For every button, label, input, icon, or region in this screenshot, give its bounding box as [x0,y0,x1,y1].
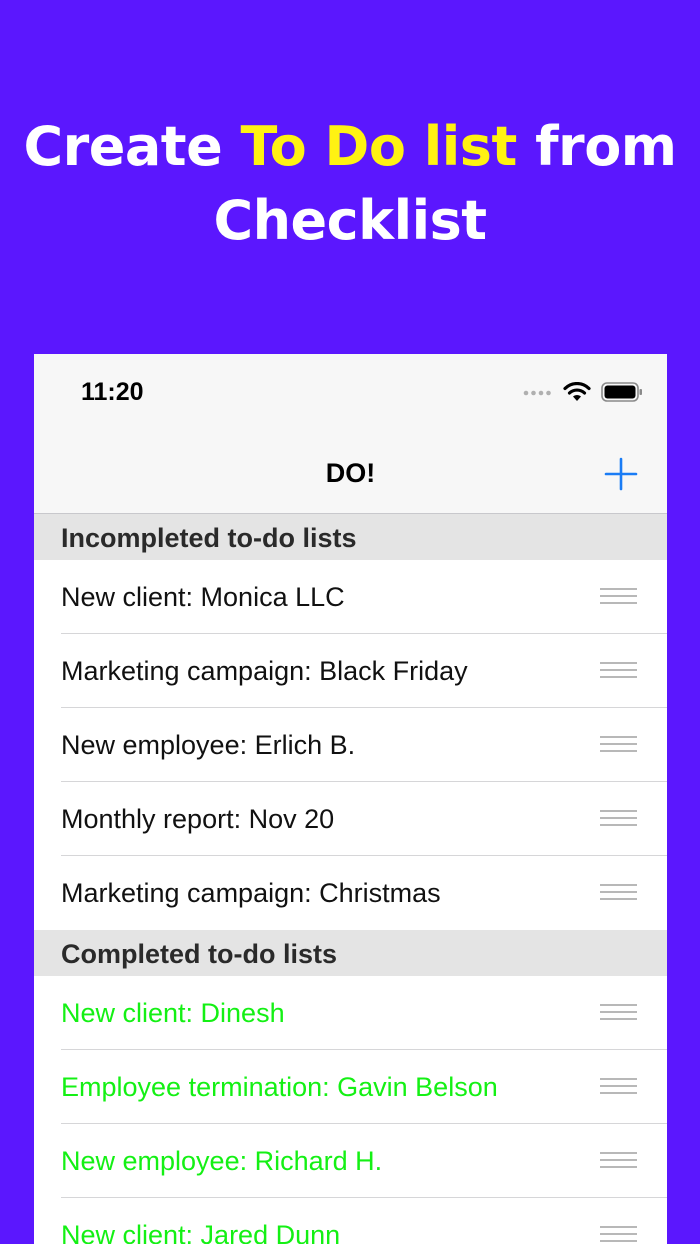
list-item-label: Employee termination: Gavin Belson [61,1072,498,1102]
list-item[interactable]: New employee: Richard H. [34,1124,667,1198]
wifi-icon [563,382,591,401]
list-item-label: Marketing campaign: Black Friday [61,656,468,686]
reorder-handle-icon[interactable] [600,1078,637,1096]
reorder-handle-icon[interactable] [600,1226,637,1244]
list-item-label: New client: Dinesh [61,998,285,1028]
list-item-label: New client: Jared Dunn [61,1220,341,1244]
list-item-label: New employee: Richard H. [61,1146,383,1176]
list-item-label: Monthly report: Nov 20 [61,804,335,834]
list-item[interactable]: Marketing campaign: Christmas [34,856,667,930]
phone-screen: 11:20 DO! Incompleted to-do lists New cl… [34,354,667,1244]
reorder-handle-icon[interactable] [600,1004,637,1022]
list-item[interactable]: Monthly report: Nov 20 [34,782,667,856]
promo-line-1: Create To Do list from [23,115,677,178]
list-item[interactable]: New employee: Erlich B. [34,708,667,782]
reorder-handle-icon[interactable] [600,1152,637,1170]
reorder-handle-icon[interactable] [600,662,637,680]
navigation-bar: DO! [34,434,667,514]
status-time: 11:20 [81,378,144,406]
list-item-label: New employee: Erlich B. [61,730,356,760]
plus-icon[interactable] [603,456,639,492]
section-header-completed: Completed to-do lists [34,930,667,976]
list-item[interactable]: Employee termination: Gavin Belson [34,1050,667,1124]
list-item[interactable]: New client: Jared Dunn [34,1198,667,1244]
reorder-handle-icon[interactable] [600,588,637,606]
promo-headline: Create To Do list from Checklist [0,110,700,258]
cellular-signal-icon [523,390,551,396]
section-header-incompleted: Incompleted to-do lists [34,514,667,560]
todo-lists: Incompleted to-do lists New client: Moni… [34,514,667,1244]
reorder-handle-icon[interactable] [600,810,637,828]
battery-icon [601,382,642,402]
list-item[interactable]: New client: Dinesh [34,976,667,1050]
reorder-handle-icon[interactable] [600,736,637,754]
list-item-label: Marketing campaign: Christmas [61,878,441,908]
reorder-handle-icon[interactable] [600,884,637,902]
list-item[interactable]: Marketing campaign: Black Friday [34,634,667,708]
status-icons [523,382,643,402]
nav-title: DO! [325,458,376,488]
promo-highlight: To Do list [240,115,518,178]
list-item-label: New client: Monica LLC [61,582,345,612]
list-item[interactable]: New client: Monica LLC [34,560,667,634]
status-bar: 11:20 [34,354,667,434]
promo-line-2: Checklist [213,189,487,252]
